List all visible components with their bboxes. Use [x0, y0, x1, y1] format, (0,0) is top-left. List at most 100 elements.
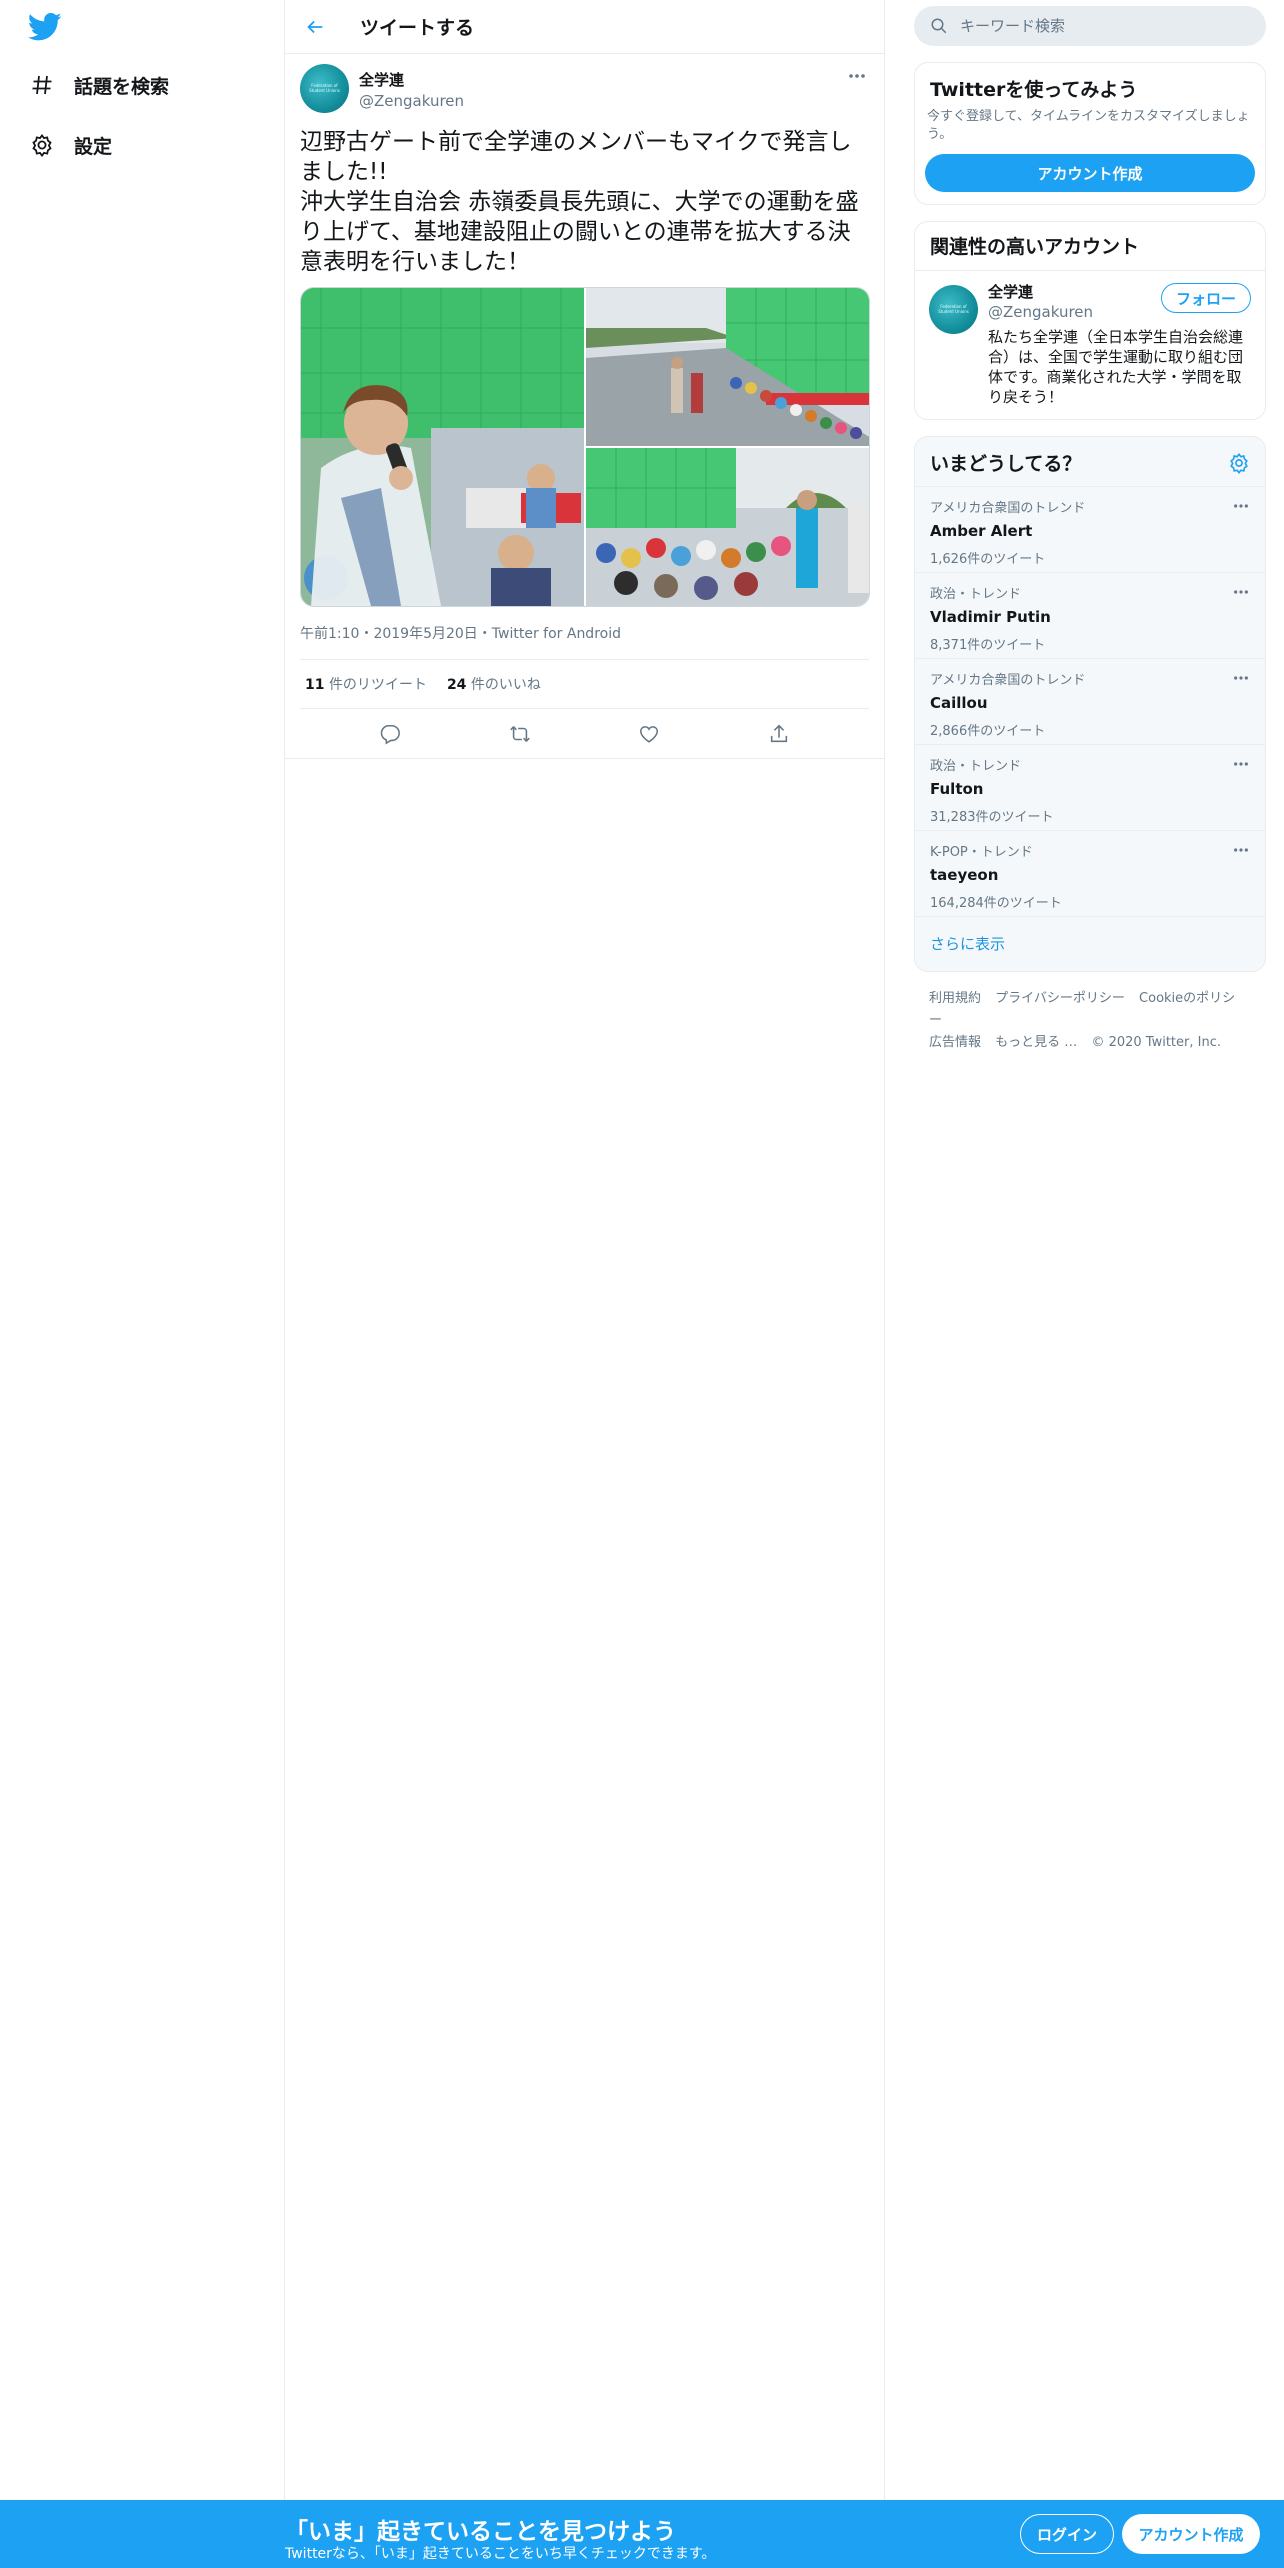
- more-dots-icon: [1234, 590, 1248, 594]
- retweet-count-label: 件のリツイート: [328, 677, 427, 693]
- avatar-logo-text: Federation of Student Unions: [938, 304, 969, 314]
- search-box: [914, 6, 1266, 46]
- trend-name: Vladimir Putin: [930, 608, 1051, 626]
- nav-item-settings[interactable]: 設定: [28, 125, 112, 165]
- more-dots-icon: [1234, 676, 1248, 680]
- trend-item[interactable]: 政治・トレンド Vladimir Putin 8,371件のツイート: [915, 573, 1265, 659]
- trend-list: アメリカ合衆国のトレンド Amber Alert 1,626件のツイート 政治・トレン…: [915, 487, 1265, 917]
- trend-category: 政治・トレンド: [930, 587, 1022, 602]
- tweet-photo-3[interactable]: [586, 448, 869, 606]
- back-arrow-icon: [307, 20, 323, 33]
- bottom-bar-title: 「いま」起きていることを見つけよう: [285, 2519, 676, 2545]
- trend-item[interactable]: アメリカ合衆国のトレンド Caillou 2,866件のツイート: [915, 659, 1265, 745]
- more-dots-icon: [1234, 762, 1248, 766]
- avatar[interactable]: Federation of Student Unions: [929, 285, 978, 334]
- footer-links: 利用規約 プライバシーポリシー Cookieのポリシー 広告情報 もっと見る ……: [914, 972, 1266, 1070]
- trend-name: Caillou: [930, 694, 988, 712]
- footer-link-terms[interactable]: 利用規約: [929, 991, 981, 1006]
- retweet-count-value: 11: [305, 677, 325, 693]
- trends-card: いまどうしてる？ アメリカ合衆国のトレンド Amber Alert 1,626件のツ…: [914, 436, 1266, 972]
- tweet-photo-2[interactable]: [586, 288, 869, 446]
- share-button[interactable]: [759, 714, 799, 754]
- show-more-trends-link[interactable]: さらに表示: [915, 917, 1265, 971]
- author-name[interactable]: 全学連: [359, 69, 464, 90]
- trend-more-options-button[interactable]: [1229, 671, 1253, 685]
- left-nav: 話題を検索 設定: [0, 0, 285, 2500]
- trend-tweet-count: 31,283件のツイート: [930, 810, 1054, 825]
- trend-item[interactable]: アメリカ合衆国のトレンド Amber Alert 1,626件のツイート: [915, 487, 1265, 573]
- trend-category: アメリカ合衆国のトレンド: [930, 501, 1086, 516]
- like-count-value: 24: [446, 677, 467, 693]
- trend-category: アメリカ合衆国のトレンド: [930, 673, 1086, 688]
- author-handle[interactable]: @Zengakuren: [359, 92, 464, 110]
- related-accounts-title: 関連性の高いアカウント: [915, 222, 1265, 271]
- reply-button[interactable]: [370, 714, 410, 754]
- nav-item-explore-label: 話題を検索: [74, 75, 170, 98]
- footer-link-privacy[interactable]: プライバシーポリシー: [995, 991, 1125, 1006]
- trend-more-options-button[interactable]: [1229, 843, 1253, 857]
- nav-item-explore[interactable]: 話題を検索: [28, 65, 169, 105]
- retweet-button[interactable]: [500, 714, 540, 754]
- tweet-media-grid: [300, 287, 870, 607]
- bottom-bar-subtitle: Twitterなら、「いま」起きていることをいち早くチェックできます。: [285, 2546, 716, 2562]
- trends-title: いまどうしてる？: [930, 453, 1082, 475]
- related-account[interactable]: Federation of Student Unions 全学連 @Zengak…: [915, 271, 1265, 419]
- bottom-signup-bar: 「いま」起きていることを見つけよう Twitterなら、「いま」起きていることを…: [0, 2500, 1284, 2568]
- search-icon: [931, 18, 947, 34]
- tweet-actions: [285, 709, 884, 759]
- trend-category: 政治・トレンド: [930, 759, 1022, 774]
- trend-tweet-count: 1,626件のツイート: [930, 552, 1046, 567]
- right-sidebar: Twitterを使ってみよう 今すぐ登録して、タイムラインをカスタマイズしましょ…: [914, 0, 1266, 1070]
- gear-icon: [28, 131, 56, 159]
- trend-category: K-POP・トレンド: [930, 845, 1033, 860]
- create-account-button[interactable]: アカウント作成: [925, 154, 1255, 192]
- hashtag-icon: [28, 71, 56, 99]
- signup-card: Twitterを使ってみよう 今すぐ登録して、タイムラインをカスタマイズしましょ…: [914, 62, 1266, 205]
- related-accounts-card: 関連性の高いアカウント Federation of Student Unions…: [914, 221, 1266, 420]
- retweet-icon: [509, 725, 530, 742]
- signup-card-subtitle: 今すぐ登録して、タイムラインをカスタマイズしましょう。: [927, 109, 1250, 142]
- main-column: ツイートする Federation of Student Unions 全学連 …: [285, 0, 885, 2500]
- nav-item-settings-label: 設定: [74, 135, 113, 158]
- tweet-photo-1[interactable]: [301, 288, 584, 606]
- trend-name: taeyeon: [930, 866, 999, 884]
- trend-more-options-button[interactable]: [1229, 499, 1253, 513]
- trend-more-options-button[interactable]: [1229, 757, 1253, 771]
- like-button[interactable]: [629, 714, 669, 754]
- back-button[interactable]: [288, 0, 342, 54]
- footer-copyright: © 2020 Twitter, Inc.: [1091, 1035, 1221, 1050]
- page-title: ツイートする: [360, 17, 475, 39]
- trends-header: いまどうしてる？: [915, 437, 1265, 487]
- share-icon: [771, 724, 788, 742]
- trend-item[interactable]: K-POP・トレンド taeyeon 164,284件のツイート: [915, 831, 1265, 917]
- follow-button[interactable]: フォロー: [1160, 283, 1251, 313]
- more-dots-icon: [1234, 848, 1248, 852]
- more-options-button[interactable]: [845, 68, 869, 84]
- tweet-text: 辺野古ゲート前で全学連のメンバーもマイクで発言しました!! 沖大学生自治会 赤嶺…: [300, 129, 859, 275]
- signup-card-title: Twitterを使ってみよう: [930, 79, 1138, 101]
- retweet-count[interactable]: 11 件のリツイート: [305, 674, 427, 694]
- like-count[interactable]: 24 件のいいね: [447, 674, 541, 694]
- trend-name: Amber Alert: [930, 522, 1033, 540]
- reply-icon: [380, 724, 400, 745]
- signup-button[interactable]: アカウント作成: [1122, 2514, 1260, 2554]
- tweet-timestamp-source[interactable]: 午前1:10・2019年5月20日・Twitter for Android: [300, 623, 869, 643]
- tweet: Federation of Student Unions 全学連 @Zengak…: [285, 54, 884, 759]
- trend-tweet-count: 8,371件のツイート: [930, 638, 1046, 653]
- trend-name: Fulton: [930, 780, 984, 798]
- more-dots-icon: [1234, 504, 1248, 508]
- trend-more-options-button[interactable]: [1229, 585, 1253, 599]
- related-account-bio: 私たち全学連（全日本学生自治会総連合）は、全国で学生運動に取り組む団体です。商業…: [988, 328, 1244, 406]
- footer-link-more[interactable]: もっと見る …: [995, 1035, 1077, 1050]
- search-input[interactable]: [960, 17, 1240, 35]
- footer-link-ads[interactable]: 広告情報: [929, 1035, 981, 1050]
- avatar[interactable]: Federation of Student Unions: [300, 64, 349, 113]
- main-header: ツイートする: [285, 0, 884, 54]
- twitter-logo-icon[interactable]: [27, 12, 62, 42]
- login-button[interactable]: ログイン: [1020, 2514, 1114, 2554]
- trends-settings-gear-icon[interactable]: [1228, 452, 1250, 474]
- more-dots-icon: [849, 74, 865, 78]
- avatar-logo-text: Federation of Student Unions: [309, 83, 340, 93]
- trend-tweet-count: 2,866件のツイート: [930, 724, 1046, 739]
- trend-item[interactable]: 政治・トレンド Fulton 31,283件のツイート: [915, 745, 1265, 831]
